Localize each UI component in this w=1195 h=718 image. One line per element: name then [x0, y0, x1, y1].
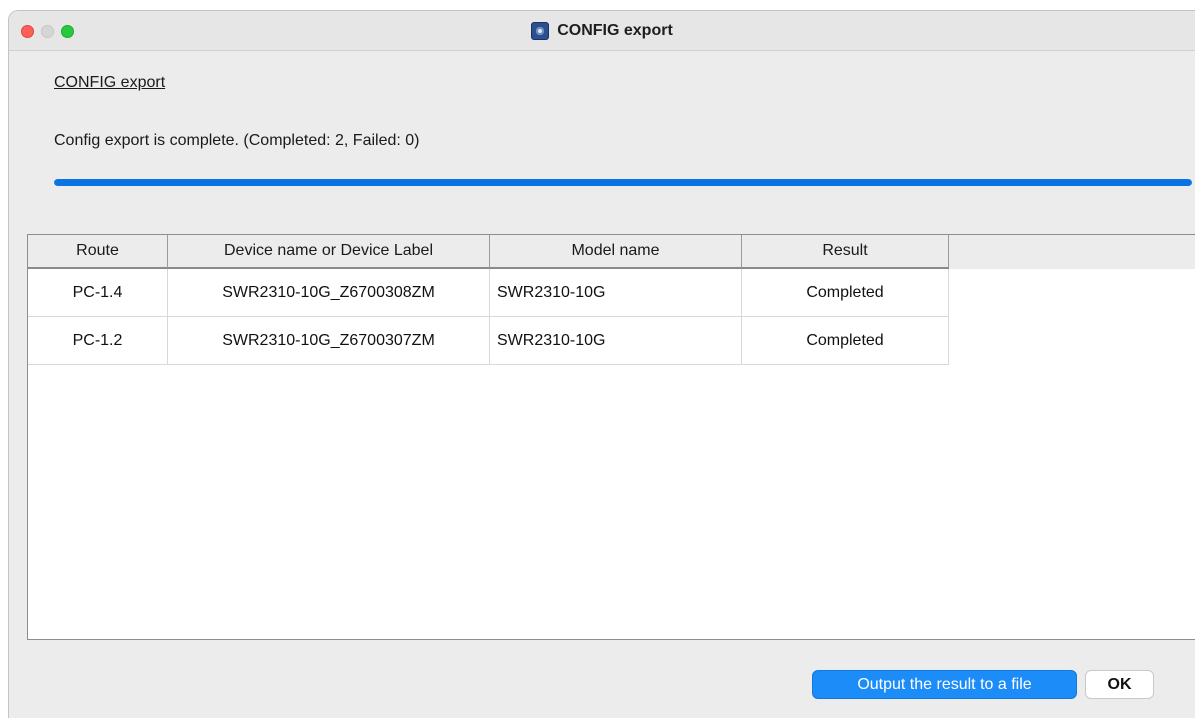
output-to-file-button[interactable]: Output the result to a file [812, 670, 1077, 699]
config-export-window: CONFIG export CONFIG export Config expor… [8, 10, 1195, 718]
cell-model-name: SWR2310-10G [490, 317, 742, 365]
column-header-model-name[interactable]: Model name [490, 235, 742, 269]
table-row[interactable]: PC-1.4 SWR2310-10G_Z6700308ZM SWR2310-10… [28, 269, 949, 317]
cell-result: Completed [742, 317, 949, 365]
progress-bar-fill [54, 179, 1192, 186]
cell-device-name: SWR2310-10G_Z6700308ZM [168, 269, 490, 317]
cell-result: Completed [742, 269, 949, 317]
window-title: CONFIG export [557, 22, 673, 39]
column-header-route[interactable]: Route [28, 235, 168, 269]
section-heading: CONFIG export [54, 74, 166, 91]
cell-route: PC-1.4 [28, 269, 168, 317]
table-row[interactable]: PC-1.2 SWR2310-10G_Z6700307ZM SWR2310-10… [28, 317, 949, 365]
title-group: CONFIG export [9, 11, 1195, 51]
cell-model-name: SWR2310-10G [490, 269, 742, 317]
status-message: Config export is complete. (Completed: 2… [54, 132, 420, 149]
cell-device-name: SWR2310-10G_Z6700307ZM [168, 317, 490, 365]
column-header-device-name[interactable]: Device name or Device Label [168, 235, 490, 269]
app-icon [531, 22, 550, 40]
column-header-result[interactable]: Result [742, 235, 949, 269]
table-header-filler [949, 235, 1195, 269]
title-bar[interactable]: CONFIG export [9, 11, 1195, 51]
ok-button[interactable]: OK [1085, 670, 1154, 699]
progress-bar [54, 179, 1192, 186]
results-table: Route Device name or Device Label Model … [27, 234, 1195, 640]
table-header: Route Device name or Device Label Model … [28, 235, 949, 269]
cell-route: PC-1.2 [28, 317, 168, 365]
